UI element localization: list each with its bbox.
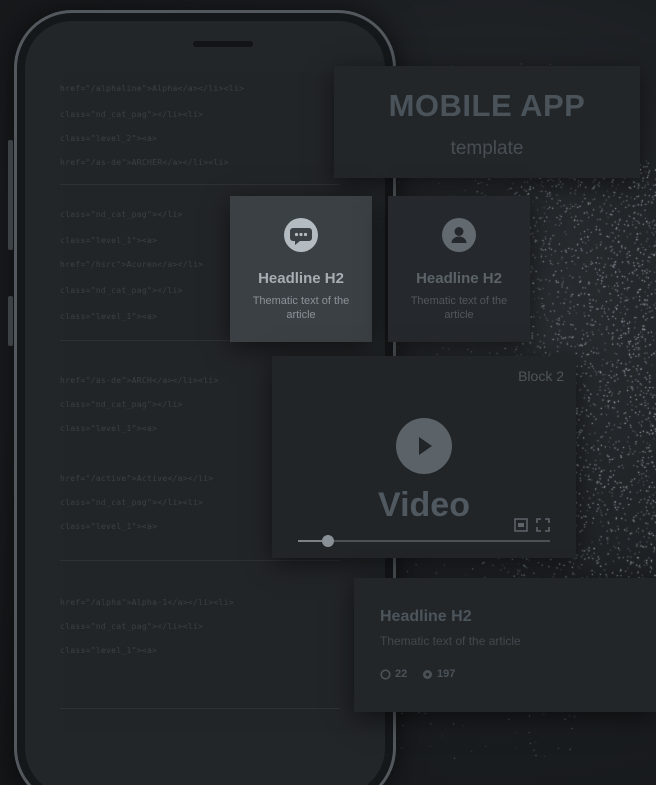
promo-stage: href="/alphaline">Alpha</a></li><li> cla… bbox=[0, 0, 656, 785]
comments-count: 22 bbox=[395, 668, 408, 680]
code-line: class="level_1"><a> bbox=[60, 522, 158, 531]
article-text: Thematic text of the article bbox=[380, 634, 521, 648]
code-line: class="level_1"><a> bbox=[60, 424, 158, 433]
code-line: class="nd_cat_pag"></li> bbox=[60, 210, 183, 219]
code-line: class="level_1"><a> bbox=[60, 312, 158, 321]
code-line: class="level_1"><a> bbox=[60, 646, 158, 655]
app-subtitle: template bbox=[450, 138, 524, 159]
feature-text: Thematic text of the article bbox=[410, 295, 508, 321]
code-line: class="nd_cat_pag"></li><li> bbox=[60, 110, 204, 119]
comment-icon bbox=[380, 668, 391, 680]
phone-volume-button bbox=[8, 140, 13, 250]
fullscreen-icon[interactable] bbox=[536, 518, 550, 532]
chat-bubble-icon bbox=[284, 218, 318, 252]
feature-card-user[interactable]: Headline H2 Thematic text of the article bbox=[388, 196, 530, 342]
feature-card-chat[interactable]: Headline H2 Thematic text of the article bbox=[230, 196, 372, 342]
feature-headline: Headline H2 bbox=[416, 270, 502, 287]
phone-power-button bbox=[8, 296, 13, 346]
code-line: href="/as-de">ARCH</a></li><li> bbox=[60, 376, 219, 385]
play-icon bbox=[419, 437, 432, 455]
divider bbox=[60, 560, 340, 561]
app-title: MOBILE APP bbox=[388, 88, 586, 123]
video-progress-bar[interactable] bbox=[298, 535, 550, 547]
video-progress-handle[interactable] bbox=[322, 535, 335, 547]
code-line: class="level_2"><a> bbox=[60, 134, 158, 143]
code-line: href="/alphaline">Alpha</a></li><li> bbox=[60, 84, 245, 93]
views-count: 197 bbox=[437, 668, 456, 680]
eye-icon bbox=[423, 669, 432, 679]
article-headline: Headline H2 bbox=[380, 608, 472, 625]
block-label: Block 2 bbox=[518, 368, 564, 384]
divider bbox=[60, 708, 340, 709]
comments-stat: 22 bbox=[380, 668, 407, 680]
video-title: Video bbox=[378, 486, 470, 524]
code-line: href="/hsrc">Acuren</a></li> bbox=[60, 260, 204, 269]
feature-text: Thematic text of the article bbox=[252, 295, 350, 321]
code-line: href="/as-de">ARCHER</a></li><li> bbox=[60, 158, 229, 167]
divider bbox=[60, 184, 340, 185]
play-button[interactable] bbox=[396, 418, 452, 474]
phone-speaker bbox=[193, 41, 253, 47]
video-card: Block 2 Video bbox=[272, 356, 576, 558]
code-line: class="nd_cat_pag"></li><li> bbox=[60, 498, 204, 507]
title-card: MOBILE APP template bbox=[334, 66, 640, 178]
code-line: class="nd_cat_pag"></li> bbox=[60, 400, 183, 409]
code-line: href="/active">Active</a></li> bbox=[60, 474, 214, 483]
article-card[interactable]: Headline H2 Thematic text of the article… bbox=[354, 578, 656, 712]
code-line: href="/alpha">Alpha-1</a></li><li> bbox=[60, 598, 234, 607]
code-line: class="nd_cat_pag"></li><li> bbox=[60, 622, 204, 631]
user-icon bbox=[442, 218, 476, 252]
code-line: class="nd_cat_pag"></li> bbox=[60, 286, 183, 295]
feature-headline: Headline H2 bbox=[258, 270, 344, 287]
captions-icon[interactable] bbox=[514, 518, 528, 532]
views-stat: 197 bbox=[422, 668, 455, 680]
code-line: class="level_1"><a> bbox=[60, 236, 158, 245]
